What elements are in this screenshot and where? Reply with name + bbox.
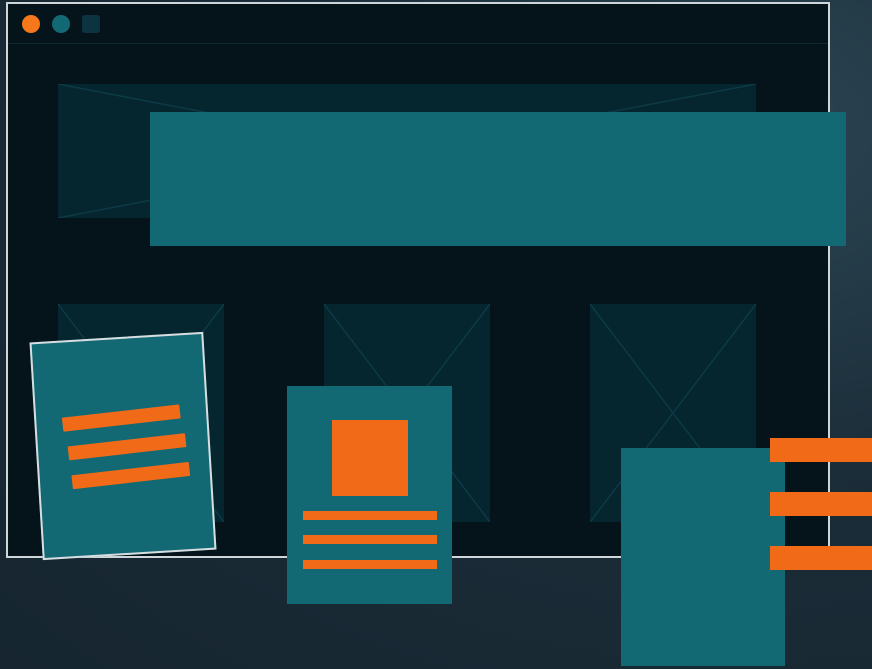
- menu-bar-2[interactable]: [770, 492, 872, 516]
- media-text-line-3: [303, 560, 437, 569]
- text-line-1: [61, 404, 181, 432]
- menu-bar-1[interactable]: [770, 438, 872, 462]
- media-thumbnail: [332, 420, 408, 496]
- browser-titlebar: [8, 4, 828, 44]
- wireframe-illustration: { "illustration": { "kind": "website-wir…: [0, 0, 872, 669]
- media-text-line-1: [303, 511, 437, 520]
- menu-bar-3[interactable]: [770, 546, 872, 570]
- close-dot[interactable]: [22, 15, 40, 33]
- media-card[interactable]: [287, 386, 452, 604]
- text-line-3: [71, 461, 191, 490]
- maximize-dot[interactable]: [82, 15, 100, 33]
- text-card-tilted[interactable]: [29, 331, 217, 561]
- content-card-large[interactable]: [621, 448, 785, 666]
- media-text-line-2: [303, 535, 437, 544]
- text-line-2: [67, 433, 187, 461]
- minimize-dot[interactable]: [52, 15, 70, 33]
- hero-banner-card[interactable]: [150, 112, 846, 246]
